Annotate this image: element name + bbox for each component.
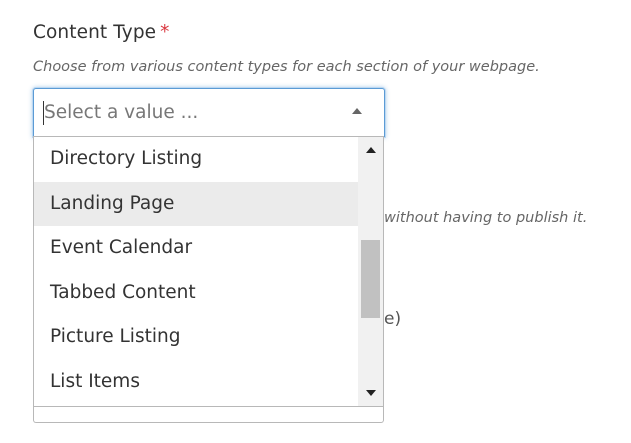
scroll-up-arrow-icon[interactable] — [366, 147, 376, 153]
option-landing-page[interactable]: Landing Page — [34, 181, 359, 226]
option-list-items[interactable]: List Items — [34, 360, 359, 405]
obscured-help-text: without having to publish it. — [384, 210, 588, 226]
chevron-up-icon[interactable] — [352, 108, 362, 114]
content-type-label-text: Content Type — [33, 22, 157, 43]
option-picture-listing[interactable]: Picture Listing — [34, 315, 359, 360]
content-type-help-text: Choose from various content types for ea… — [33, 59, 540, 75]
obscured-text-fragment: e) — [384, 309, 402, 329]
scrollbar-thumb[interactable] — [361, 240, 380, 319]
option-directory-listing[interactable]: Directory Listing — [34, 137, 359, 182]
content-type-label: Content Type * — [33, 22, 170, 43]
content-type-search-input[interactable] — [44, 89, 344, 136]
required-marker: * — [160, 22, 170, 43]
scroll-down-arrow-icon[interactable] — [366, 390, 376, 396]
content-type-select[interactable] — [33, 88, 385, 137]
dropdown-options-list: Directory Listing Landing Page Event Cal… — [34, 137, 359, 404]
option-tabbed-content[interactable]: Tabbed Content — [34, 271, 359, 316]
dropdown-scrollbar[interactable] — [358, 137, 383, 406]
form-stage: Content Type * Choose from various conten… — [0, 0, 631, 443]
text-cursor — [43, 101, 44, 125]
content-type-dropdown: Directory Listing Landing Page Event Cal… — [33, 136, 384, 407]
option-event-calendar[interactable]: Event Calendar — [34, 226, 359, 271]
